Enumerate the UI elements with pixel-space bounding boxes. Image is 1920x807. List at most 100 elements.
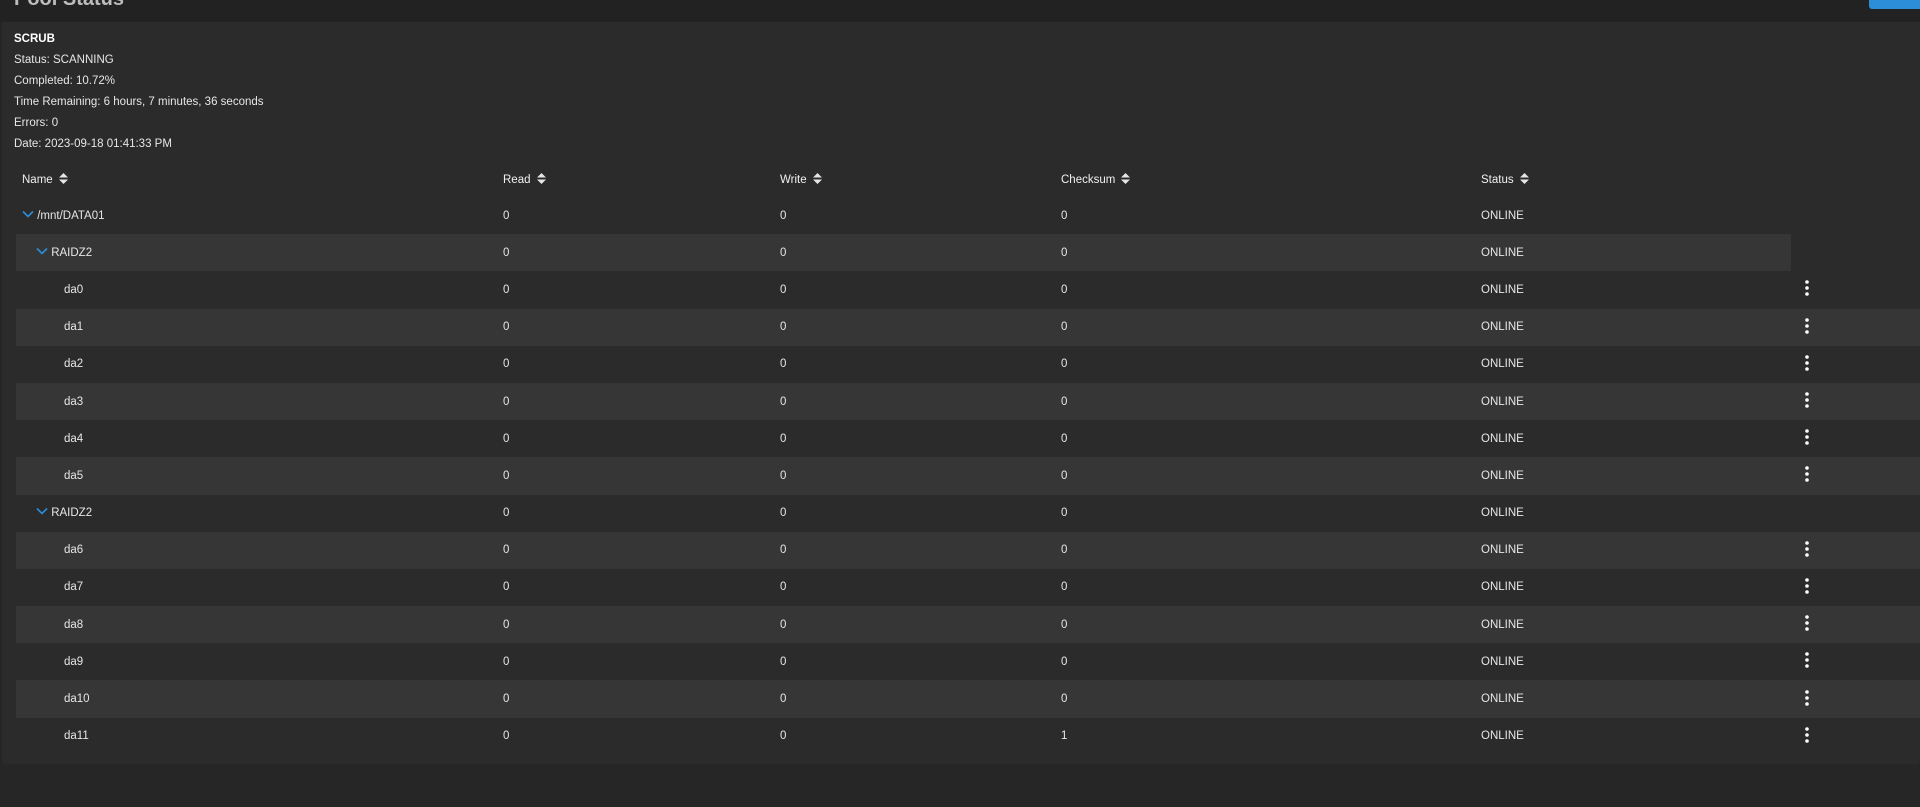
more-vert-icon[interactable] [1800,465,1814,483]
row-status: ONLINE [1481,531,1791,569]
row-status: ONLINE [1481,457,1791,495]
scrub-date: Date: 2023-09-18 01:41:33 PM [14,138,172,150]
row-checksum: 1 [1061,730,1068,743]
table-row[interactable]: da1 0 0 0 ONLINE [16,308,1920,346]
column-header-write[interactable]: Write [780,162,1061,197]
column-header-checksum-label: Checksum [1061,174,1116,186]
row-status: ONLINE [1481,432,1524,445]
table-row[interactable]: RAIDZ2 0 0 0 ONLINE [16,495,1920,532]
row-status: ONLINE [1481,507,1524,520]
row-read: 0 [503,358,510,371]
table-row[interactable]: da7 0 0 0 ONLINE [16,569,1920,606]
row-read: 0 [503,308,780,346]
column-header-status[interactable]: Status [1481,162,1791,197]
vdev-name-cell[interactable]: RAIDZ2 [16,495,503,532]
row-status: ONLINE [1481,283,1524,296]
row-checksum: 0 [1061,308,1481,346]
row-write: 0 [780,283,787,296]
row-actions-cell [1791,271,1920,308]
more-vert-icon[interactable] [1800,540,1814,558]
table-row[interactable]: da9 0 0 0 ONLINE [16,643,1920,680]
row-status: ONLINE [1481,606,1791,644]
row-name: /mnt/DATA01 [37,209,105,222]
row-read: 0 [503,209,510,222]
column-header-name[interactable]: Name [16,162,503,197]
more-vert-icon[interactable] [1800,577,1814,595]
sort-icon[interactable] [536,173,546,184]
sort-icon[interactable] [58,173,68,184]
row-name: da5 [16,457,503,495]
row-name: da7 [64,581,84,594]
row-name: da0 [64,283,84,296]
row-actions-cell [1791,346,1920,383]
row-status: ONLINE [1481,234,1791,272]
row-actions-cell [1791,420,1920,457]
row-checksum: 0 [1061,606,1481,644]
table-row[interactable]: /mnt/DATA01 0 0 0 ONLINE [16,197,1920,234]
sort-icon[interactable] [1519,173,1529,184]
row-checksum: 0 [1061,432,1068,445]
vdev-name-cell[interactable]: RAIDZ2 [16,234,503,272]
row-actions-cell [1791,457,1920,495]
table-row[interactable]: RAIDZ2 0 0 0 ONLINE [16,234,1920,272]
table-row[interactable]: da3 0 0 0 ONLINE [16,382,1920,421]
more-vert-icon[interactable] [1800,726,1814,744]
table-row[interactable]: da0 0 0 0 ONLINE [16,271,1920,308]
more-vert-icon[interactable] [1800,391,1814,409]
sort-icon[interactable] [1121,173,1131,184]
row-actions-cell [1791,308,1920,346]
row-actions-cell [1791,569,1920,606]
row-read: 0 [503,457,780,495]
chevron-down-icon[interactable] [36,247,48,255]
row-write: 0 [780,358,787,371]
row-write: 0 [780,457,1061,495]
row-name: da10 [16,680,503,718]
row-checksum: 0 [1061,507,1068,520]
more-vert-icon[interactable] [1800,651,1814,669]
row-write: 0 [780,655,787,668]
chevron-down-icon[interactable] [36,507,48,515]
column-header-write-label: Write [780,174,807,186]
header-action-button[interactable] [1869,0,1920,9]
column-header-read[interactable]: Read [503,162,780,197]
more-vert-icon[interactable] [1800,689,1814,707]
row-read: 0 [503,432,510,445]
row-read: 0 [503,730,510,743]
chevron-down-icon[interactable] [22,210,34,218]
row-read: 0 [503,531,780,569]
row-actions-cell [1791,643,1920,680]
table-row[interactable]: da10 0 0 0 ONLINE [16,680,1920,718]
column-header-status-label: Status [1481,174,1514,186]
table-row[interactable]: da6 0 0 0 ONLINE [16,531,1920,569]
column-header-read-label: Read [503,174,531,186]
row-name: da2 [64,358,84,371]
row-read: 0 [503,283,510,296]
more-vert-icon[interactable] [1800,428,1814,446]
table-row[interactable]: da8 0 0 0 ONLINE [16,606,1920,644]
row-write: 0 [780,531,1061,569]
table-row[interactable]: da4 0 0 0 ONLINE [16,420,1920,457]
table-row[interactable]: da2 0 0 0 ONLINE [16,346,1920,383]
row-checksum: 0 [1061,531,1481,569]
row-status: ONLINE [1481,730,1524,743]
table-row[interactable]: da11 0 0 1 ONLINE [16,718,1920,755]
row-checksum: 0 [1061,457,1481,495]
more-vert-icon[interactable] [1800,354,1814,372]
pool-name-cell[interactable]: /mnt/DATA01 [16,197,503,234]
row-status: ONLINE [1481,209,1524,222]
scrub-title: SCRUB [14,33,55,45]
column-header-actions [1791,162,1920,197]
row-actions-cell [1791,718,1920,755]
row-name: da4 [64,432,84,445]
sort-icon[interactable] [812,173,822,184]
scrub-errors: Errors: 0 [14,117,59,129]
more-vert-icon[interactable] [1800,317,1814,335]
more-vert-icon[interactable] [1800,614,1814,632]
row-name: da11 [64,730,89,743]
table-row[interactable]: da5 0 0 0 ONLINE [16,457,1920,495]
column-header-checksum[interactable]: Checksum [1061,162,1481,197]
row-write: 0 [780,209,787,222]
row-actions-cell [1791,382,1920,421]
more-vert-icon[interactable] [1800,279,1814,297]
row-actions-cell [1791,197,1920,234]
